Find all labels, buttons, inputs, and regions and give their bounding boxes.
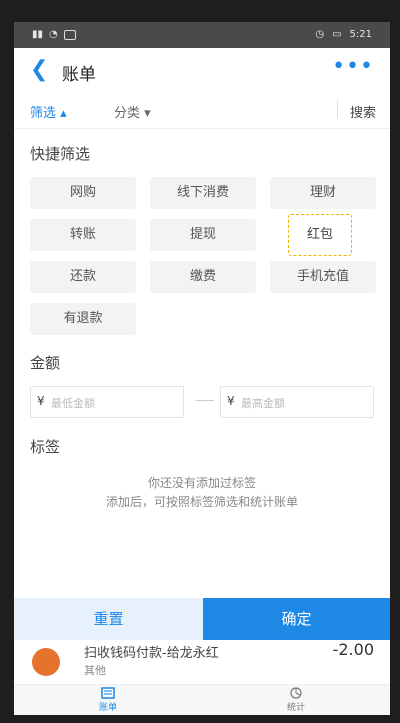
page-title: 账单 (62, 65, 96, 85)
quick-filter-item[interactable]: 理财 (270, 177, 376, 209)
quick-filter-item[interactable]: 线下消费 (150, 177, 256, 209)
tab-category[interactable]: 分类 ▾ (114, 102, 151, 121)
status-time: 5:21 (349, 29, 372, 40)
tab-stats[interactable]: 统计 (266, 687, 326, 713)
tags-title: 标签 (30, 438, 61, 456)
divider (337, 100, 338, 118)
quick-filter-item-selected[interactable]: 红包 (288, 214, 352, 256)
tab-filter-label: 筛选 (30, 106, 57, 121)
tab-bill[interactable]: 账单 (78, 687, 138, 713)
pie-chart-icon (290, 687, 302, 699)
confirm-button[interactable]: 确定 (203, 598, 390, 640)
alarm-icon: ◷ (315, 29, 325, 40)
max-amount-input[interactable]: ¥ 最高金额 (220, 386, 374, 418)
range-dash (196, 400, 214, 401)
signal-icon: ▮▮ (32, 29, 44, 40)
tab-bill-label: 账单 (98, 703, 117, 713)
screen: ▮▮ ◔ ◷ ▭ 5:21 ❮ 账单 ••• 筛选 ▴ 分类 ▾ 搜索 快捷筛选… (14, 22, 390, 715)
min-amount-input[interactable]: ¥ 最低金额 (30, 386, 184, 418)
tab-stats-label: 统计 (286, 703, 305, 713)
more-dots-icon[interactable]: ••• (332, 54, 374, 79)
quick-filter-item[interactable]: 缴费 (150, 261, 256, 293)
status-bar: ▮▮ ◔ ◷ ▭ 5:21 (14, 22, 390, 48)
filter-bar: 筛选 ▴ 分类 ▾ 搜索 (14, 92, 390, 129)
caret-up-icon: ▴ (60, 106, 67, 121)
quick-filter-item[interactable]: 还款 (30, 261, 136, 293)
bottom-overlay: 扫收钱码付款-给龙永红 其他 -2.00 重置 确定 账单 统计 (14, 598, 390, 715)
tab-filter[interactable]: 筛选 ▴ (30, 102, 67, 121)
tags-empty-line1: 你还没有添加过标签 (147, 476, 256, 490)
list-item-subtitle: 其他 (84, 664, 106, 677)
tab-category-label: 分类 (114, 106, 141, 121)
search-button[interactable]: 搜索 (350, 102, 376, 121)
quick-filter-item[interactable]: 网购 (30, 177, 136, 209)
quick-filter-item[interactable]: 手机充值 (270, 261, 376, 293)
list-item-title: 扫收钱码付款-给龙永红 (84, 646, 219, 661)
min-amount-placeholder: 最低金额 (51, 397, 95, 410)
bottom-tab-bar: 账单 统计 (14, 684, 390, 715)
reset-button[interactable]: 重置 (14, 598, 203, 640)
shop-icon (32, 648, 60, 676)
tags-empty-line2: 添加后，可按照标签筛选和统计账单 (105, 495, 298, 509)
max-amount-placeholder: 最高金额 (241, 397, 285, 410)
status-right: ◷ ▭ 5:21 (315, 29, 372, 40)
header: ❮ 账单 ••• (14, 48, 390, 92)
phone-frame: ▮▮ ◔ ◷ ▭ 5:21 ❮ 账单 ••• 筛选 ▴ 分类 ▾ 搜索 快捷筛选… (0, 0, 400, 723)
battery-icon: ▭ (332, 29, 342, 40)
list-item[interactable]: 扫收钱码付款-给龙永红 其他 -2.00 (14, 640, 390, 684)
bill-icon (101, 687, 115, 699)
caret-down-icon: ▾ (144, 106, 151, 121)
back-arrow-icon[interactable]: ❮ (30, 57, 48, 82)
currency-symbol: ¥ (227, 394, 235, 408)
quick-filter-item[interactable]: 转账 (30, 219, 136, 251)
quick-filter-item[interactable]: 有退款 (30, 303, 136, 335)
currency-symbol: ¥ (37, 394, 45, 408)
wifi-icon: ◔ (49, 29, 58, 40)
quick-filter-title: 快捷筛选 (30, 145, 91, 163)
amount-title: 金额 (30, 354, 61, 372)
status-left: ▮▮ ◔ (32, 29, 76, 40)
notification-icon (63, 29, 76, 40)
list-item-amount: -2.00 (332, 640, 374, 659)
quick-filter-item[interactable]: 提现 (150, 219, 256, 251)
